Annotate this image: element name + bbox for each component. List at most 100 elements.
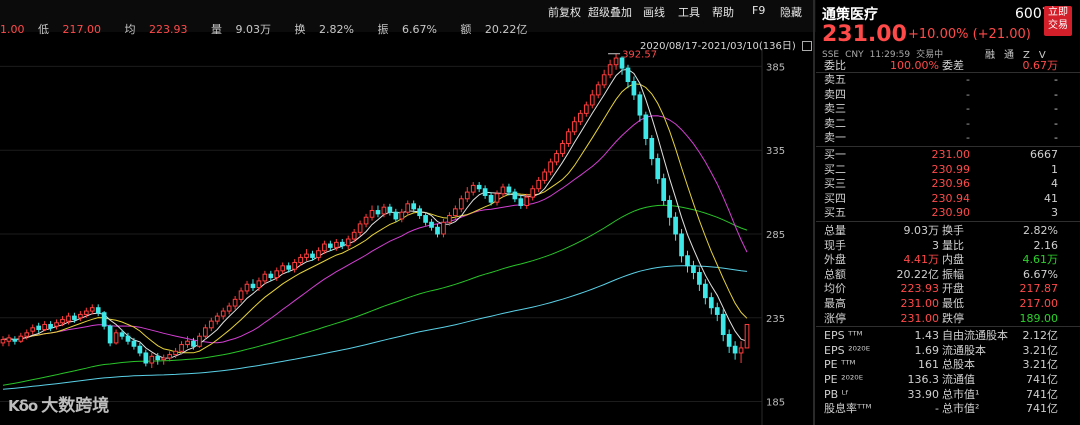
weicha-value: 0.67万: [1022, 59, 1059, 72]
ask-row[interactable]: 卖五 - -: [816, 72, 1080, 87]
candle-body: [18, 335, 24, 342]
candle-body: [601, 74, 607, 86]
fund-label: 总市值²: [942, 402, 980, 416]
candle-body: [566, 131, 571, 145]
candle-body: [548, 161, 553, 173]
candle-body: [137, 345, 143, 354]
candle-body: [72, 315, 77, 320]
candle-body: [697, 272, 702, 285]
ask-level-label: 卖五: [824, 73, 846, 86]
candle-body: [363, 216, 369, 225]
ask-price: -: [966, 131, 970, 145]
stat-row: 现手 3 量比 2.16: [816, 238, 1080, 253]
candle-body: [161, 357, 167, 361]
fund-value: 136.3: [907, 373, 940, 386]
candle-body: [512, 191, 518, 200]
candle-body: [572, 121, 577, 133]
trade-now-button[interactable]: 立即交易: [1044, 6, 1072, 36]
candle-body: [54, 322, 59, 327]
candle-body: [387, 206, 393, 213]
bid-row[interactable]: 买一 231.00 6667: [816, 147, 1080, 162]
candle-body: [119, 332, 125, 337]
ask-row[interactable]: 卖三 - -: [816, 101, 1080, 116]
candle-body: [441, 221, 446, 235]
stat-value: 6.67%: [1023, 267, 1058, 281]
candle-body: [625, 67, 631, 83]
stat-value: 2.16: [1033, 238, 1059, 252]
candle-body: [226, 305, 232, 312]
candle-body: [524, 196, 530, 207]
candle-body: [101, 312, 107, 327]
ask-row[interactable]: 卖一 - -: [816, 130, 1080, 145]
bid-level-label: 买五: [824, 206, 846, 220]
stat-label: 最低: [942, 297, 964, 310]
fund-value: 1.43: [914, 329, 940, 343]
stat-label: 外盘: [824, 253, 846, 267]
candle-body: [208, 320, 214, 329]
bid-price: 231.00: [931, 148, 971, 161]
bid-row[interactable]: 买五 230.90 3: [816, 205, 1080, 220]
candle-body: [6, 337, 12, 342]
logo-text: 大数跨境: [41, 396, 110, 416]
bid-price: 230.96: [931, 177, 971, 191]
candle-body: [179, 344, 184, 352]
low-value: 217.00: [62, 23, 102, 36]
menu-hide[interactable]: 隐藏: [780, 4, 802, 20]
menu-super-overlay[interactable]: 超级叠加: [588, 4, 632, 20]
candle-body: [280, 265, 286, 272]
stat-label: 换手: [942, 224, 964, 237]
ask-row[interactable]: 卖四 - -: [816, 87, 1080, 102]
bid-row[interactable]: 买四 230.94 41: [816, 191, 1080, 206]
candle-body: [369, 210, 375, 218]
ask-volume: -: [1054, 116, 1058, 130]
amp-value: 6.67%: [401, 23, 437, 36]
fund-label: 自由流通股本: [942, 329, 1008, 343]
y-tick-label: 185: [766, 398, 785, 409]
candle-body: [708, 297, 714, 309]
fund-label: PE ²⁰²⁰ᴱ: [824, 373, 864, 386]
candle-body: [732, 345, 738, 354]
candle-body: [488, 194, 494, 203]
candle-body: [220, 310, 226, 317]
candle-body: [316, 250, 321, 258]
menu-draw-line[interactable]: 画线: [643, 4, 665, 20]
price-change: +10.00% (+21.00): [908, 27, 1031, 42]
ask-level-label: 卖二: [824, 116, 846, 130]
candle-body: [631, 81, 637, 96]
menu-f9[interactable]: F9: [752, 4, 765, 17]
menu-fuquan[interactable]: 前复权: [548, 4, 581, 20]
candle-body: [726, 334, 732, 347]
candle-body: [506, 186, 512, 193]
candle-body: [286, 265, 292, 270]
fund-value: 1.69: [914, 343, 940, 357]
bid-row[interactable]: 买二 230.99 1: [816, 162, 1080, 177]
bid-row[interactable]: 买三 230.96 4: [816, 176, 1080, 191]
candle-body: [458, 198, 464, 210]
candle-body: [310, 253, 315, 258]
fundamental-row: EPS ²⁰²⁰ᴱ 1.69 流通股本 3.21亿: [816, 343, 1080, 358]
stat-row: 均价 223.93 开盘 217.87: [816, 281, 1080, 296]
candlestick-chart[interactable]: 385 335 285 235 185 392.57: [0, 48, 812, 425]
candle-body: [12, 339, 18, 342]
candle-body: [36, 325, 42, 330]
menu-tools[interactable]: 工具: [678, 4, 700, 20]
menu-help[interactable]: 帮助: [712, 4, 734, 20]
fund-value: -: [935, 402, 939, 416]
max-price-label: 392.57: [622, 50, 657, 61]
stock-name: 通策医疗: [822, 7, 878, 23]
candle-body: [60, 318, 65, 324]
candle-body: [268, 273, 274, 279]
fund-value: 33.90: [907, 387, 940, 401]
candle-body: [83, 310, 89, 315]
amp-label: 振: [377, 23, 389, 36]
candle-body: [583, 104, 589, 114]
candle-body: [42, 323, 47, 330]
candle-body: [256, 280, 262, 289]
candle-body: [304, 253, 309, 258]
bid-price: 230.99: [931, 162, 971, 176]
stat-value: 4.41万: [903, 253, 940, 267]
bid-level-label: 买三: [824, 177, 846, 191]
ask-level-label: 卖三: [824, 102, 846, 116]
ask-row[interactable]: 卖二 - -: [816, 116, 1080, 131]
stat-row: 总量 9.03万 换手 2.82%: [816, 223, 1080, 238]
